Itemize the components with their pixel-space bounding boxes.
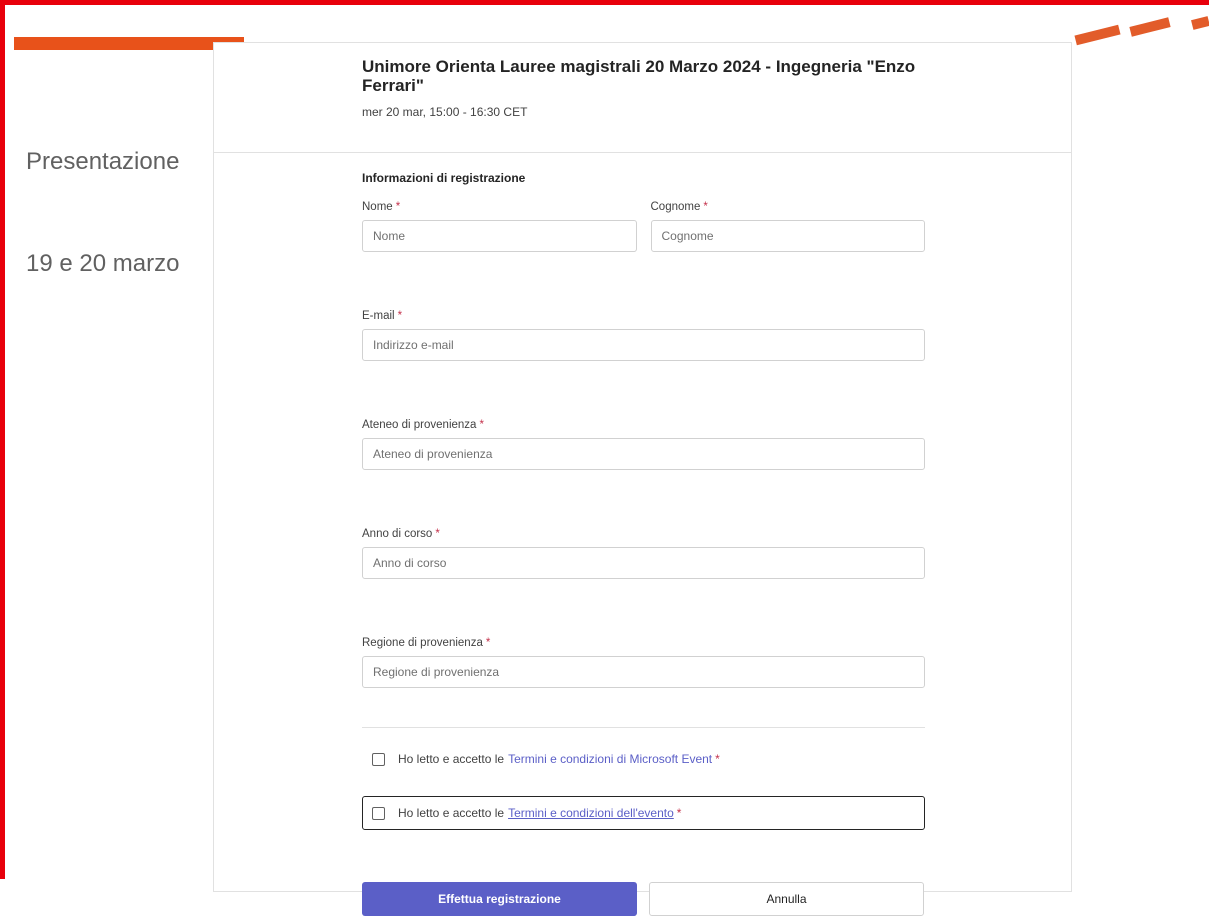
- first-name-input[interactable]: [362, 220, 637, 252]
- required-mark: *: [479, 419, 484, 431]
- required-mark: *: [485, 637, 491, 649]
- region-input[interactable]: [362, 656, 925, 688]
- event-title: Unimore Orienta Lauree magistrali 20 Mar…: [362, 57, 916, 95]
- university-input[interactable]: [362, 438, 925, 470]
- label-text: Anno di corso: [362, 528, 433, 540]
- year-input[interactable]: [362, 547, 925, 579]
- background-accent-bar: [14, 37, 244, 50]
- terms-event-prefix: Ho letto e accetto le: [398, 806, 505, 820]
- background-decoration: [1074, 24, 1121, 46]
- form-section-title: Informazioni di registrazione: [362, 171, 526, 185]
- terms-ms-checkbox[interactable]: [372, 752, 385, 766]
- label-text: Nome: [362, 201, 393, 213]
- dialog-header: Unimore Orienta Lauree magistrali 20 Mar…: [214, 43, 1071, 153]
- required-mark: *: [397, 310, 403, 322]
- year-group: Anno di corso *: [362, 528, 925, 579]
- background-title-line: Presentazione: [26, 148, 180, 175]
- label-text: E-mail: [362, 310, 395, 322]
- terms-ms-link[interactable]: Termini e condizioni di Microsoft Event: [508, 752, 712, 766]
- required-mark: *: [435, 528, 440, 540]
- last-name-input[interactable]: [650, 220, 925, 252]
- terms-event-link[interactable]: Termini e condizioni dell'evento: [508, 806, 674, 820]
- terms-event-row[interactable]: Ho letto e accetto le Termini e condizio…: [362, 796, 925, 830]
- background-decoration: [1191, 16, 1209, 30]
- label-text: Ateneo di provenienza: [362, 419, 477, 431]
- first-name-label: Nome *: [362, 201, 637, 215]
- university-group: Ateneo di provenienza *: [362, 419, 925, 470]
- region-label: Regione di provenienza *: [362, 637, 925, 651]
- terms-event-checkbox[interactable]: [372, 806, 385, 820]
- year-label: Anno di corso *: [362, 528, 925, 542]
- form-actions: Effettua registrazione Annulla: [362, 882, 925, 916]
- email-input[interactable]: [362, 329, 925, 361]
- label-text: Cognome: [650, 201, 701, 213]
- first-name-group: Nome *: [362, 201, 637, 252]
- email-group: E-mail *: [362, 310, 925, 361]
- form-divider: [362, 727, 925, 728]
- required-mark: *: [703, 201, 708, 213]
- last-name-label: Cognome *: [651, 201, 926, 215]
- label-text: Regione di provenienza: [362, 637, 483, 649]
- required-mark: *: [395, 201, 401, 213]
- region-group: Regione di provenienza *: [362, 637, 925, 688]
- cancel-button[interactable]: Annulla: [649, 882, 924, 916]
- terms-ms-row[interactable]: Ho letto e accetto le Termini e condizio…: [362, 742, 925, 776]
- required-mark: *: [676, 806, 682, 820]
- terms-ms-prefix: Ho letto e accetto le: [398, 752, 505, 766]
- background-title-line: 19 e 20 marzo: [26, 250, 180, 277]
- registration-dialog: Unimore Orienta Lauree magistrali 20 Mar…: [213, 42, 1072, 916]
- university-label: Ateneo di provenienza *: [362, 419, 925, 433]
- name-row: Nome* Cognome*: [362, 201, 925, 252]
- email-label: E-mail *: [362, 310, 925, 324]
- background-decoration: [1129, 17, 1171, 37]
- register-button[interactable]: Effettua registrazione: [362, 882, 637, 916]
- registration-form: Informazioni di registrazione Nome* Cogn…: [362, 171, 925, 916]
- required-mark: *: [715, 752, 720, 766]
- background-page-title: Presentazione 19 e 20 marzo: [26, 77, 226, 315]
- event-time: mer 20 mar, 15:00 - 16:30 CET: [362, 105, 528, 119]
- last-name-group: Cognome *: [650, 201, 926, 252]
